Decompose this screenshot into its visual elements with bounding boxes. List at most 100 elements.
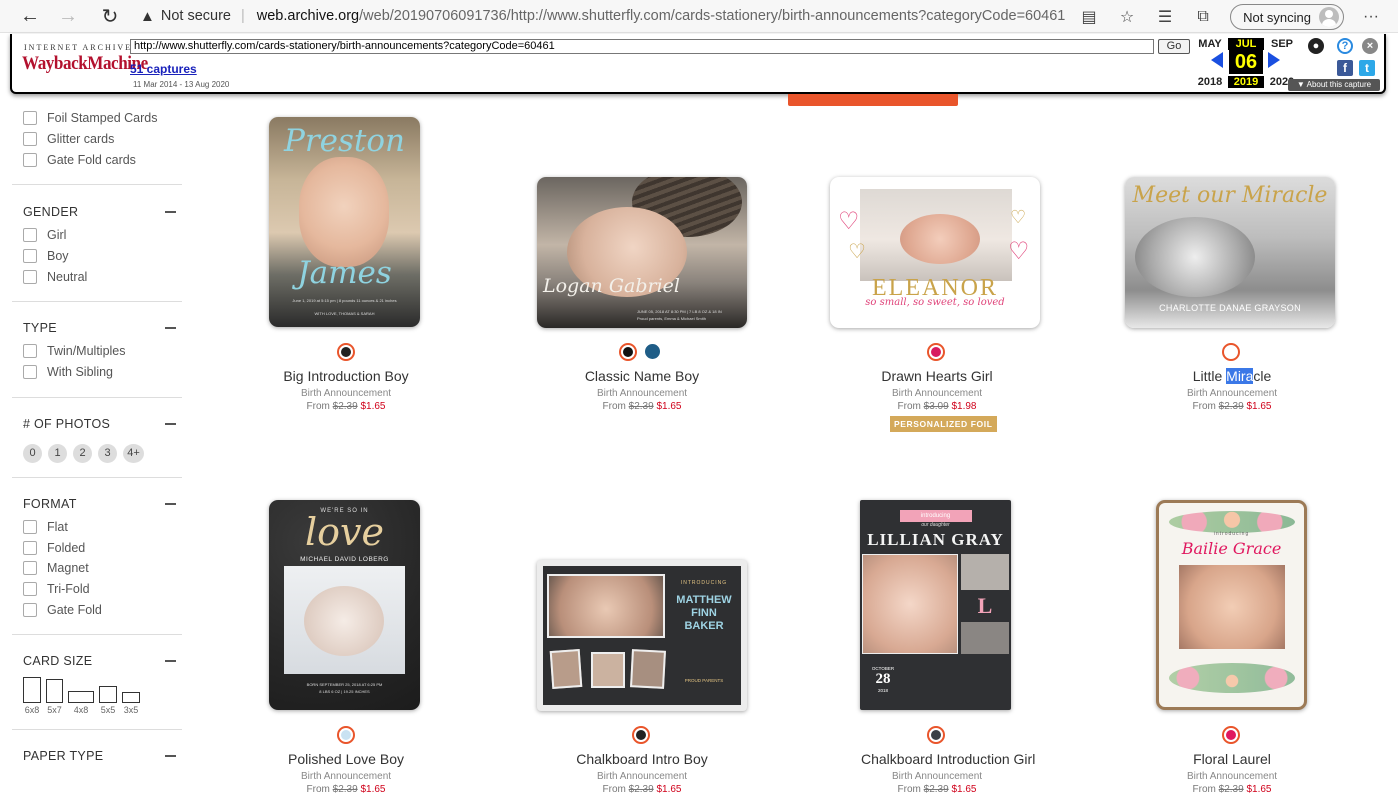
card-size-header[interactable]: CARD SIZE	[12, 651, 182, 671]
section-title: TYPE	[23, 321, 57, 336]
year-prev[interactable]: 2018	[1192, 76, 1228, 88]
product-image[interactable]: Meet our Miracle CHARLOTTE DANAE GRAYSON	[1125, 177, 1335, 328]
filter-with-sibling[interactable]: With Sibling	[12, 362, 182, 383]
checkbox[interactable]	[23, 228, 37, 243]
filter-girl[interactable]: Girl	[12, 225, 182, 246]
filter-folded[interactable]: Folded	[12, 537, 182, 558]
product-image[interactable]: introducing Bailie Grace	[1156, 500, 1307, 710]
type-header[interactable]: TYPE	[12, 318, 182, 338]
wayback-logo[interactable]: WaybackMachine	[22, 53, 148, 75]
color-swatch[interactable]	[619, 343, 637, 361]
checkbox[interactable]	[23, 249, 37, 264]
checkbox[interactable]	[23, 602, 37, 617]
wayback-go-button[interactable]: Go	[1158, 39, 1190, 54]
product-name[interactable]: Little Miracle	[1156, 368, 1308, 384]
product-image[interactable]: INTRODUCING MATTHEW FINN BAKER PROUD PAR…	[537, 560, 747, 711]
checkbox[interactable]	[23, 111, 37, 126]
favorites-icon[interactable]: ☰	[1146, 7, 1184, 27]
color-swatch[interactable]	[1222, 726, 1240, 744]
product-image[interactable]: introducing our daughter LILLIAN GRAY L …	[860, 500, 1011, 710]
wayback-url-input[interactable]: http://www.shutterfly.com/cards-statione…	[130, 39, 1154, 54]
filter-neutral[interactable]: Neutral	[12, 266, 182, 287]
product-name[interactable]: Chalkboard Introduction Girl	[861, 751, 1035, 767]
forward-icon[interactable]: →	[52, 0, 84, 32]
filter-gate-fold-cards[interactable]: Gate Fold cards	[12, 149, 182, 170]
month-prev[interactable]: MAY	[1192, 38, 1228, 50]
photo-count-2[interactable]: 2	[73, 443, 92, 463]
color-swatch[interactable]	[1222, 343, 1240, 361]
filter-boy[interactable]: Boy	[12, 246, 182, 267]
collections-icon[interactable]: ⧉	[1184, 8, 1222, 26]
paper-type-header[interactable]: PAPER TYPE	[12, 746, 182, 766]
size-6x8[interactable]: 6x8	[23, 676, 41, 715]
collapse-icon[interactable]	[165, 754, 176, 757]
filter-twin-multiples[interactable]: Twin/Multiples	[12, 341, 182, 362]
photo-count-0[interactable]: 0	[23, 443, 42, 463]
product-image[interactable]: Preston James June 1, 2019 at 5:15 pm | …	[269, 117, 420, 327]
collapse-icon[interactable]	[165, 327, 176, 330]
product-name[interactable]: Floral Laurel	[1156, 751, 1308, 767]
checkbox[interactable]	[23, 132, 37, 147]
collapse-icon[interactable]	[165, 422, 176, 425]
facebook-icon[interactable]: f	[1337, 60, 1353, 76]
back-icon[interactable]: ←	[14, 0, 46, 32]
checkbox[interactable]	[23, 540, 37, 555]
photos-header[interactable]: # OF PHOTOS	[12, 414, 182, 434]
more-menu-icon[interactable]: ···	[1352, 8, 1390, 26]
photo-count-4plus[interactable]: 4+	[123, 443, 144, 463]
checkbox[interactable]	[23, 269, 37, 284]
checkbox[interactable]	[23, 561, 37, 576]
refresh-icon[interactable]: ↻	[94, 0, 126, 32]
checkbox[interactable]	[23, 344, 37, 359]
about-capture-button[interactable]: ▼ About this capture	[1288, 79, 1380, 91]
product-image[interactable]: Logan Gabriel JUNE 05, 2018 AT 8:30 PM |…	[537, 177, 747, 328]
checkbox[interactable]	[23, 152, 37, 167]
color-swatch[interactable]	[927, 343, 945, 361]
help-icon[interactable]: ?	[1337, 38, 1353, 54]
product-image[interactable]: ♡ ♡ ♡ ♡ ELEANOR so small, so sweet, so l…	[830, 177, 1040, 328]
size-3x5[interactable]: 3x5	[122, 691, 140, 715]
next-capture-icon[interactable]	[1268, 52, 1280, 68]
filter-flat[interactable]: Flat	[12, 517, 182, 538]
checkbox[interactable]	[23, 519, 37, 534]
collapse-icon[interactable]	[165, 502, 176, 505]
color-swatch[interactable]	[632, 726, 650, 744]
product-name[interactable]: Polished Love Boy	[270, 751, 422, 767]
checkbox[interactable]	[23, 581, 37, 596]
color-swatch[interactable]	[337, 343, 355, 361]
color-swatch[interactable]	[927, 726, 945, 744]
format-header[interactable]: FORMAT	[12, 494, 182, 514]
size-5x5[interactable]: 5x5	[99, 685, 117, 715]
color-swatch[interactable]	[645, 344, 660, 359]
product-name[interactable]: Chalkboard Intro Boy	[566, 751, 718, 767]
address-bar[interactable]: ▲ Not secure | web.archive.org/web/20190…	[140, 3, 1080, 29]
size-4x8[interactable]: 4x8	[68, 690, 94, 715]
sync-button[interactable]: Not syncing	[1230, 4, 1344, 30]
photo-count-1[interactable]: 1	[48, 443, 67, 463]
collapse-icon[interactable]	[165, 211, 176, 214]
product-image[interactable]: WE'RE SO IN love MICHAEL DAVID LOBERG BO…	[269, 500, 420, 710]
add-favorite-icon[interactable]: ☆	[1108, 7, 1146, 27]
collapse-icon[interactable]	[165, 659, 176, 662]
filter-foil-stamped[interactable]: Foil Stamped Cards	[12, 108, 182, 129]
filter-glitter[interactable]: Glitter cards	[12, 129, 182, 150]
product-name[interactable]: Classic Name Boy	[566, 368, 718, 384]
account-icon[interactable]: ●	[1308, 38, 1324, 54]
checkbox[interactable]	[23, 365, 37, 380]
product-name[interactable]: Drawn Hearts Girl	[861, 368, 1013, 384]
color-swatch[interactable]	[337, 726, 355, 744]
close-icon[interactable]: ×	[1362, 38, 1378, 54]
captures-link[interactable]: 51 captures	[130, 62, 197, 76]
filter-tri-fold[interactable]: Tri-Fold	[12, 579, 182, 600]
gender-header[interactable]: GENDER	[12, 202, 182, 222]
filter-magnet[interactable]: Magnet	[12, 558, 182, 579]
prev-capture-icon[interactable]	[1211, 52, 1223, 68]
month-next[interactable]: SEP	[1264, 38, 1300, 50]
product-name[interactable]: Big Introduction Boy	[270, 368, 422, 384]
filter-gate-fold[interactable]: Gate Fold	[12, 599, 182, 620]
photo-count-3[interactable]: 3	[98, 443, 117, 463]
hidden-cta-button[interactable]	[788, 94, 958, 106]
size-5x7[interactable]: 5x7	[46, 678, 63, 715]
twitter-icon[interactable]: t	[1359, 60, 1375, 76]
reading-view-icon[interactable]: ▤	[1070, 7, 1108, 27]
